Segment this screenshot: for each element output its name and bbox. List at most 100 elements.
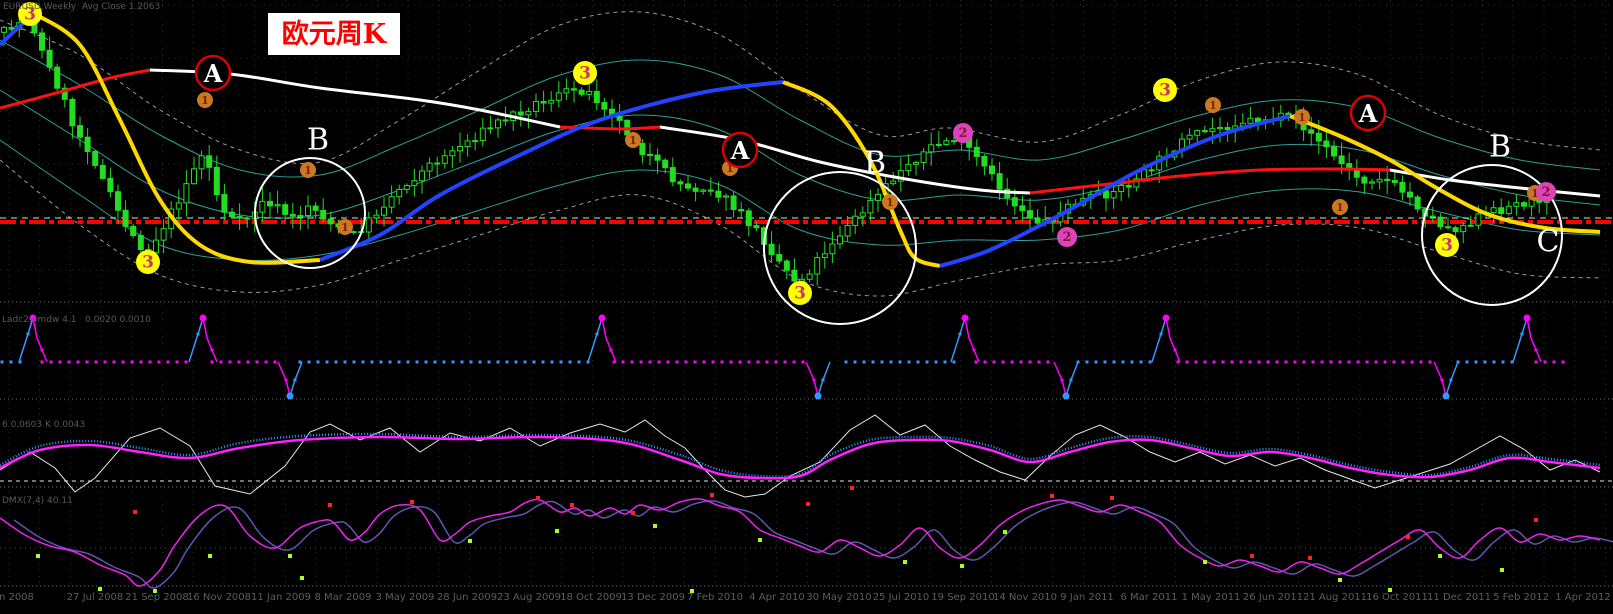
svg-text:A: A <box>730 136 750 165</box>
buy-dot <box>1203 560 1207 564</box>
buy-dot <box>903 560 907 564</box>
sell-dot <box>710 493 714 497</box>
spike-down-fall <box>1433 361 1447 397</box>
annotation-box: 欧元周K <box>268 13 400 55</box>
sell-dot <box>410 500 414 504</box>
x-axis-label: 7 Feb 2010 <box>687 592 743 603</box>
svg-text:A: A <box>203 59 223 88</box>
buy-dot <box>468 539 472 543</box>
spike-up-fall <box>601 317 617 363</box>
buy-dot <box>98 587 102 591</box>
buy-dot <box>288 554 292 558</box>
x-axis-label: 26 Jun 2011 <box>1243 592 1303 603</box>
x-axis-label: 21 Sep 2008 <box>125 592 188 603</box>
buy-dot <box>1003 530 1007 534</box>
svg-text:3: 3 <box>1441 236 1453 256</box>
sell-dot <box>133 510 137 514</box>
buy-dot <box>300 576 304 580</box>
svg-text:1: 1 <box>201 94 209 107</box>
x-axis-label: 11 Dec 2011 <box>1427 592 1491 603</box>
svg-text:1: 1 <box>629 134 637 147</box>
x-axis-label: 18 Oct 2009 <box>560 592 622 603</box>
x-axis-label: 5 Feb 2012 <box>1493 592 1549 603</box>
buy-dot <box>1338 578 1342 582</box>
osc-magenta <box>0 435 1601 480</box>
svg-text:1: 1 <box>341 221 349 234</box>
svg-text:3: 3 <box>1159 81 1171 101</box>
wave-letter-C: C <box>1537 225 1560 260</box>
x-axis-label: 6 Mar 2011 <box>1120 592 1177 603</box>
x-axis-label: 27 Jul 2008 <box>67 592 124 603</box>
wave-letter-B: B <box>864 146 886 181</box>
svg-text:3: 3 <box>794 284 806 304</box>
sell-dot <box>1534 518 1538 522</box>
svg-text:A: A <box>1358 99 1378 128</box>
buy-dot <box>1438 554 1442 558</box>
x-axis-label: 9 Jan 2011 <box>1060 592 1114 603</box>
stoch-panel <box>0 486 1613 593</box>
signal-panel <box>0 314 1565 400</box>
spike-up-rise <box>1512 317 1528 363</box>
buy-dot <box>36 554 40 558</box>
macd-panel <box>0 414 1613 498</box>
x-axis-label: 30 May 2010 <box>806 592 871 603</box>
spike-up-fall <box>202 317 218 363</box>
x-axis-label: 1 Apr 2012 <box>1555 592 1610 603</box>
chart-canvas[interactable]: BBBC3333331111111111222AAA1 Jun 200827 J… <box>0 0 1613 614</box>
x-axis: 1 Jun 2008 27 Jul 200821 Sep 200816 Nov 2… <box>0 592 1611 603</box>
x-axis-label: 19 Sep 2010 <box>931 592 994 603</box>
x-axis-label: 23 Aug 2009 <box>497 592 561 603</box>
x-axis-label: 25 Jul 2010 <box>873 592 930 603</box>
spike-down-fall <box>1053 361 1067 397</box>
svg-text:1: 1 <box>1209 99 1217 112</box>
svg-text:1: 1 <box>304 164 312 177</box>
svg-text:2: 2 <box>1541 185 1550 200</box>
spike-down-fall <box>805 361 819 397</box>
horizontal-levels <box>0 217 1613 224</box>
signal-indicator-label: Ladc2.4mdw 4.1 0.0020 0.0010 <box>2 315 151 325</box>
x-axis-label: 13 Dec 2009 <box>621 592 685 603</box>
sell-dot <box>1308 556 1312 560</box>
sell-dot <box>806 502 810 506</box>
buy-dot <box>758 538 762 542</box>
annotation-text: 欧元周K <box>281 18 387 50</box>
sell-dot <box>1250 554 1254 558</box>
x-axis-label: 11 Jan 2009 <box>251 592 311 603</box>
buy-dot <box>555 529 559 533</box>
sell-dot <box>1050 494 1054 498</box>
trading-chart-window: BBBC3333331111111111222AAA1 Jun 200827 J… <box>0 0 1613 614</box>
x-axis-label: 21 Aug 2011 <box>1303 592 1367 603</box>
svg-text:2: 2 <box>958 126 967 141</box>
spike-up-rise <box>188 317 204 363</box>
svg-text:3: 3 <box>579 64 591 84</box>
sell-dot <box>570 503 574 507</box>
svg-text:3: 3 <box>142 253 154 273</box>
sell-dot <box>631 511 635 515</box>
svg-text:1: 1 <box>1336 201 1344 214</box>
x-axis-label: 3 May 2009 <box>376 592 435 603</box>
buy-dot <box>960 564 964 568</box>
buy-dot <box>653 524 657 528</box>
spike-up-rise <box>950 317 966 363</box>
buy-dot <box>1500 568 1504 572</box>
x-axis-label: 14 Nov 2010 <box>993 592 1057 603</box>
x-axis-label: 16 Nov 2008 <box>187 592 251 603</box>
svg-text:1: 1 <box>1298 111 1306 124</box>
x-axis-label: 4 Apr 2010 <box>749 592 804 603</box>
spike-up-fall <box>1526 317 1542 363</box>
stochastic-indicator-label: DMX(7,4) 40.11 <box>2 496 73 506</box>
ma-slow-yellow-3 <box>1289 114 1601 234</box>
buy-dot <box>208 554 212 558</box>
oscillator-indicator-label: 6 0.0603 K 0.0043 <box>2 420 86 430</box>
svg-text:1: 1 <box>886 196 894 209</box>
spike-up-fall <box>964 317 980 363</box>
stoch-lag <box>13 500 1613 589</box>
sell-dot <box>536 496 540 500</box>
wave-letter-B: B <box>1489 130 1511 165</box>
x-axis-label: 1 May 2011 <box>1182 592 1241 603</box>
sell-dot <box>1110 496 1114 500</box>
spike-down-fall <box>277 361 291 397</box>
x-axis-label: 16 Oct 2011 <box>1366 592 1428 603</box>
symbol-header: EURUSD,Weekly Avg Close 1.2063 <box>3 2 161 12</box>
spike-up-fall <box>1165 317 1181 363</box>
